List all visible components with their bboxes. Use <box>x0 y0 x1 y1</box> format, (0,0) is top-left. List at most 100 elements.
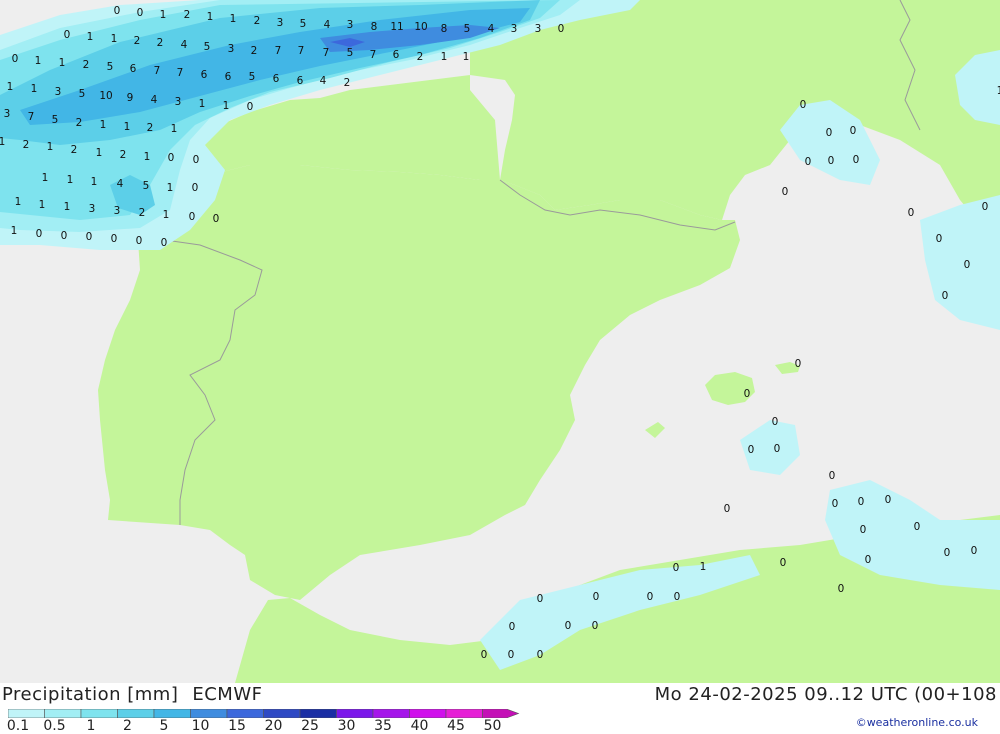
precip-value-label: 0 <box>647 591 654 603</box>
precip-value-label: 7 <box>177 67 184 79</box>
precip-value-label: 1 <box>700 561 707 573</box>
precip-value-label: 10 <box>414 21 427 33</box>
precip-value-label: 8 <box>441 23 448 35</box>
scale-swatch <box>445 709 483 718</box>
scale-label: 5 <box>159 718 169 734</box>
precip-value-label: 7 <box>370 49 377 61</box>
precip-value-label: 0 <box>795 358 802 370</box>
precip-value-label: 1 <box>31 83 38 95</box>
precip-value-label: 0 <box>944 547 951 559</box>
precip-value-label: 1 <box>100 119 107 131</box>
precip-value-label: 0 <box>61 230 68 242</box>
precip-value-label: 0 <box>829 470 836 482</box>
precip-value-label: 3 <box>277 17 284 29</box>
precip-value-label: 0 <box>36 228 43 240</box>
precip-value-label: 6 <box>393 49 400 61</box>
precip-value-label: 0 <box>674 591 681 603</box>
precip-value-label: 2 <box>139 207 146 219</box>
precip-value-label: 0 <box>565 620 572 632</box>
precip-value-label: 0 <box>782 186 789 198</box>
precip-value-label: 3 <box>511 23 518 35</box>
precip-value-label: 0 <box>86 231 93 243</box>
precip-value-label: 0 <box>838 583 845 595</box>
precip-value-label: 0 <box>537 649 544 661</box>
precip-value-label: 5 <box>143 180 150 192</box>
precip-value-label: 1 <box>463 51 470 63</box>
precip-value-label: 0 <box>509 621 516 633</box>
precip-value-label: 2 <box>134 35 141 47</box>
precipitation-map: 0 0 1 2 1 1 2 3 5 4 3 8 11 10 8 5 4 3 3 0 0 1 1 2 2 4 5 3 2 7 7 7 5 7 6 2 1 1… <box>0 0 1000 683</box>
precip-value-label: 7 <box>298 45 305 57</box>
precip-value-label: 0 <box>971 545 978 557</box>
precip-value-label: 2 <box>71 144 78 156</box>
precip-value-label: 0 <box>193 154 200 166</box>
precip-value-label: 1 <box>39 199 46 211</box>
precip-value-label: 3 <box>4 108 11 120</box>
scale-label: 15 <box>228 718 246 734</box>
precip-value-label: 0 <box>161 237 168 249</box>
precip-value-label: 0 <box>744 388 751 400</box>
precip-value-label: 5 <box>52 114 59 126</box>
scale-swatch <box>299 709 337 718</box>
scale-label: 1 <box>86 718 96 734</box>
precip-value-label: 9 <box>127 92 134 104</box>
scale-label: 0.5 <box>43 718 66 734</box>
precip-value-label: 0 <box>189 211 196 223</box>
precip-value-label: 0 <box>828 155 835 167</box>
scale-label: 50 <box>483 718 502 734</box>
precip-value-label: 8 <box>371 21 378 33</box>
scale-label: 30 <box>337 718 356 734</box>
precip-value-label: 0 <box>860 524 867 536</box>
scale-label: 20 <box>264 718 283 734</box>
precip-value-label: 1 <box>47 141 54 153</box>
precip-value-label: 3 <box>89 203 96 215</box>
precip-value-label: 0 <box>137 7 144 19</box>
precip-value-label: 10 <box>99 90 112 102</box>
precip-value-label: 1 <box>64 201 71 213</box>
precip-value-label: 6 <box>225 71 232 83</box>
precip-value-label: 0 <box>964 259 971 271</box>
scale-swatch <box>8 709 45 718</box>
precip-value-label: 4 <box>117 178 124 190</box>
precip-value-label: 0 <box>858 496 865 508</box>
precip-value-label: 2 <box>417 51 424 63</box>
precip-value-label: 0 <box>942 290 949 302</box>
precip-value-label: 0 <box>168 152 175 164</box>
precip-value-label: 0 <box>192 182 199 194</box>
precip-value-label: 1 <box>59 57 66 69</box>
scale-label: 45 <box>447 718 465 734</box>
precip-value-label: 4 <box>181 39 188 51</box>
scale-label: 10 <box>191 718 210 734</box>
scale-swatch <box>372 709 410 718</box>
precip-value-label: 0 <box>832 498 839 510</box>
precip-value-label: 0 <box>850 125 857 137</box>
title-label: Precipitation [mm] <box>2 684 179 705</box>
precip-value-label: 6 <box>201 69 208 81</box>
precip-value-label: 5 <box>249 71 256 83</box>
precip-value-label: 2 <box>147 122 154 134</box>
precip-value-label: 2 <box>83 59 90 71</box>
precip-value-label: 1 <box>15 196 22 208</box>
precip-value-label: 5 <box>464 23 471 35</box>
precip-value-label: 5 <box>300 18 307 30</box>
precip-value-label: 4 <box>488 23 495 35</box>
scale-label: 0.1 <box>6 718 30 734</box>
precip-value-label: 0 <box>64 29 71 41</box>
precip-value-label: 0 <box>936 233 943 245</box>
precip-value-label: 0 <box>772 416 779 428</box>
valid-time: Mo 24-02-2025 09..12 UTC (00+108 <box>654 684 997 705</box>
precip-value-label: 0 <box>774 443 781 455</box>
precip-value-label: 1 <box>230 13 237 25</box>
precip-value-label: 1 <box>160 9 167 21</box>
precip-value-label: 1 <box>144 151 151 163</box>
precip-value-label: 7 <box>154 65 161 77</box>
precip-value-label: 0 <box>673 562 680 574</box>
precip-value-label: 0 <box>800 99 807 111</box>
precip-value-label: 0 <box>914 521 921 533</box>
precip-value-label: 1 <box>87 31 94 43</box>
scale-swatch <box>44 709 82 718</box>
footer-legend-bar: Precipitation [mm] ECMWF Mo 24-02-2025 09… <box>0 683 1000 734</box>
precip-value-label: 1 <box>91 176 98 188</box>
precip-value-label: 0 <box>748 444 755 456</box>
scale-swatch <box>409 709 447 718</box>
